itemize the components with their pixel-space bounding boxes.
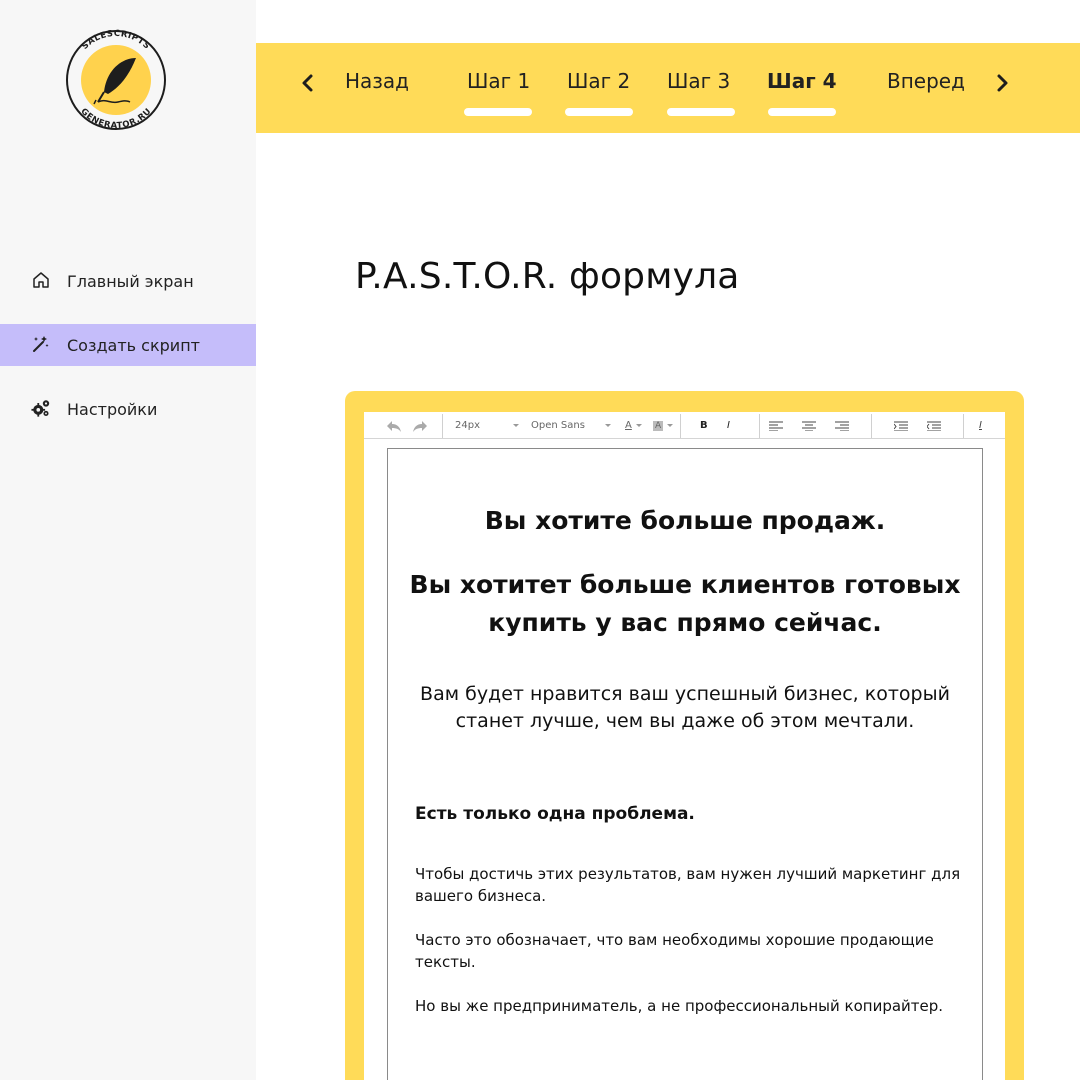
font-size-select[interactable]: 24px [455, 412, 519, 439]
sidebar-item-settings[interactable]: Настройки [0, 388, 256, 430]
step-1-indicator [464, 108, 532, 116]
editor-toolbar: 24px Open Sans A A B I I [364, 412, 1005, 439]
align-center-icon[interactable] [802, 412, 816, 439]
undo-icon[interactable] [386, 412, 402, 439]
document-headline-2-line-1: Вы хотитет больше клиентов готовых [409, 570, 961, 599]
forward-button[interactable]: Вперед [887, 69, 965, 93]
document-paragraph-1: Чтобы достичь этих результатов, вам нуже… [415, 865, 961, 905]
logo[interactable]: SALESCRIPTS GENERATOR.RU [60, 20, 170, 138]
document-paragraph-3: Но вы же предприниматель, а не профессио… [415, 997, 944, 1015]
tab-step-4[interactable]: Шаг 4 [767, 69, 837, 93]
toolbar-divider [759, 414, 760, 438]
sidebar-item-home[interactable]: Главный экран [0, 260, 256, 302]
font-color-label: A [625, 420, 632, 431]
document-paragraph-2: Часто это обозначает, что вам необходимы… [415, 931, 934, 971]
logo-emblem-icon: SALESCRIPTS GENERATOR.RU [66, 29, 166, 131]
font-family-select[interactable]: Open Sans [531, 412, 611, 439]
page-title: P.A.S.T.O.R. формула [355, 256, 740, 297]
step-2-indicator [565, 108, 633, 116]
toolbar-divider [871, 414, 872, 438]
sidebar-item-label: Главный экран [67, 271, 194, 291]
chevron-down-icon [605, 424, 611, 427]
tab-step-2[interactable]: Шаг 2 [567, 69, 630, 93]
document-subheadline-line-2: станет лучше, чем вы даже об этом мечтал… [455, 710, 915, 732]
document-problem-heading: Есть только одна проблема. [415, 804, 695, 824]
background-color-label: A [653, 420, 664, 431]
chevron-down-icon [667, 424, 674, 427]
chevron-right-icon[interactable] [990, 71, 1014, 95]
document-headline: Вы хотите больше продаж. [484, 506, 886, 535]
tab-step-3[interactable]: Шаг 3 [667, 69, 730, 93]
chevron-down-icon [635, 424, 642, 427]
font-size-value: 24px [455, 420, 480, 431]
toolbar-divider [442, 414, 443, 438]
chevron-left-icon[interactable] [296, 71, 320, 95]
gears-icon [31, 398, 51, 418]
back-button[interactable]: Назад [345, 69, 409, 93]
indent-icon[interactable] [894, 412, 908, 439]
toolbar-divider [963, 414, 964, 438]
bold-button[interactable]: B [700, 412, 708, 439]
sidebar-item-label: Настройки [67, 399, 158, 419]
step-3-indicator [667, 108, 735, 116]
tab-step-1[interactable]: Шаг 1 [467, 69, 530, 93]
redo-icon[interactable] [412, 412, 428, 439]
font-color-button[interactable]: A [625, 412, 642, 439]
font-family-value: Open Sans [531, 420, 585, 431]
toolbar-divider [680, 414, 681, 438]
step-navigation-bar: Назад Шаг 1 Шаг 2 Шаг 3 Шаг 4 Вперед [256, 43, 1080, 133]
background-color-button[interactable]: A [653, 412, 674, 439]
align-right-icon[interactable] [835, 412, 849, 439]
magic-wand-icon [31, 334, 51, 354]
rich-text-editor[interactable]: 24px Open Sans A A B I I Вы хотите больш… [364, 412, 1005, 1080]
document-page[interactable]: Вы хотите больше продаж. Вы хотитет боль… [387, 448, 983, 1080]
clear-format-button[interactable]: I [979, 412, 982, 439]
sidebar: SALESCRIPTS GENERATOR.RU Главный экран С… [0, 0, 256, 1080]
outdent-icon[interactable] [927, 412, 941, 439]
document-subheadline-line-1: Вам будет нравится ваш успешный бизнес, … [420, 683, 950, 705]
sidebar-item-label: Создать скрипт [67, 335, 200, 355]
home-icon [31, 270, 51, 290]
step-4-indicator [768, 108, 836, 116]
document-headline-2-line-2: купить у вас прямо сейчас. [488, 608, 882, 637]
align-left-icon[interactable] [769, 412, 783, 439]
chevron-down-icon [513, 424, 519, 427]
sidebar-item-create-script[interactable]: Создать скрипт [0, 324, 256, 366]
italic-button[interactable]: I [727, 412, 730, 439]
